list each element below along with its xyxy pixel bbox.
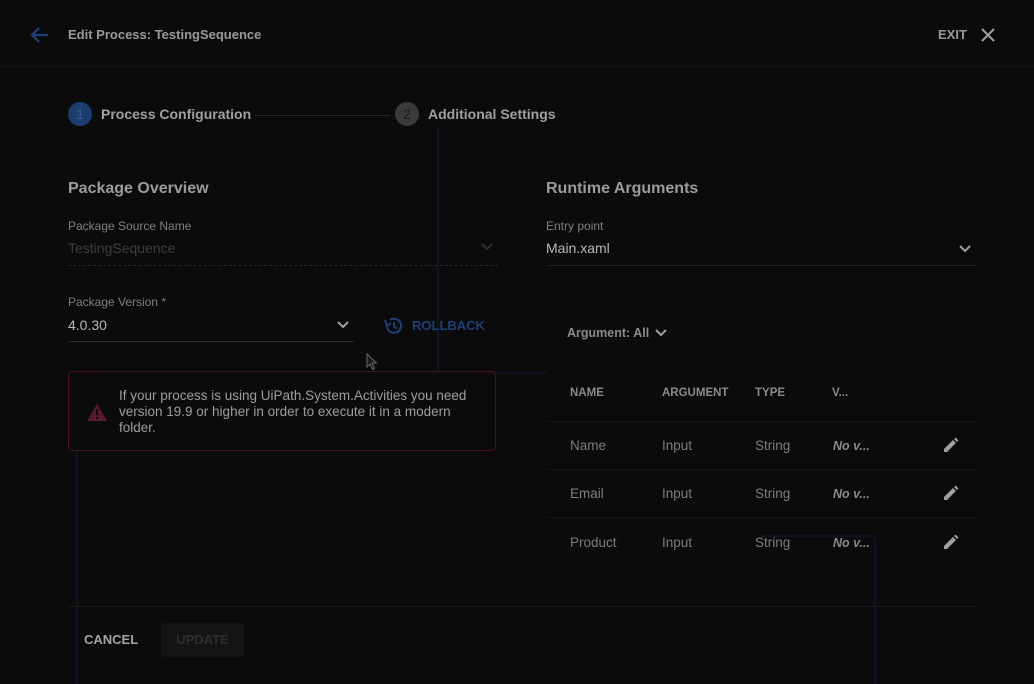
step-1-indicator: 1	[68, 102, 92, 126]
page-title: Edit Process: TestingSequence	[68, 27, 262, 42]
entry-point-select[interactable]: Main.xaml	[546, 238, 976, 266]
cell-type: String	[755, 486, 791, 501]
exit-button[interactable]: EXIT	[938, 27, 967, 42]
chevron-down-icon	[654, 328, 668, 338]
chevron-down-icon	[480, 242, 494, 252]
package-overview-heading: Package Overview	[68, 180, 209, 197]
table-row: Email Input String No v...	[547, 470, 976, 517]
history-icon	[382, 315, 404, 337]
cell-type: String	[755, 438, 791, 453]
close-icon[interactable]	[979, 26, 997, 44]
argument-filter-dropdown[interactable]: Argument: All	[567, 324, 677, 344]
stepper-connector	[255, 115, 390, 116]
argument-filter-label: Argument: All	[567, 326, 650, 340]
back-arrow-icon[interactable]	[30, 26, 50, 44]
column-header-type: TYPE	[755, 387, 786, 399]
package-version-select[interactable]: 4.0.30	[68, 314, 354, 342]
cell-name: Product	[570, 535, 617, 550]
rollback-label: ROLLBACK	[412, 318, 485, 333]
runtime-arguments-heading: Runtime Arguments	[546, 180, 699, 197]
decor-line	[497, 372, 547, 374]
cell-value: No v...	[833, 439, 870, 453]
rollback-button[interactable]: ROLLBACK	[382, 314, 492, 338]
edit-icon[interactable]	[942, 533, 960, 551]
edit-icon[interactable]	[942, 436, 960, 454]
column-header-value: V...	[832, 387, 849, 399]
decor-line	[76, 452, 78, 684]
edit-icon[interactable]	[942, 484, 960, 502]
cancel-button[interactable]: CANCEL	[84, 632, 138, 647]
chevron-down-icon	[336, 320, 350, 330]
mouse-cursor-icon	[366, 353, 378, 371]
update-button[interactable]: UPDATE	[161, 623, 244, 657]
cell-argument: Input	[662, 438, 693, 453]
warning-icon	[86, 403, 108, 422]
cell-value: No v...	[833, 536, 870, 550]
package-source-value: TestingSequence	[68, 240, 176, 256]
footer-divider	[68, 606, 976, 607]
package-source-label: Package Source Name	[68, 219, 192, 233]
step-2-label[interactable]: Additional Settings	[428, 106, 556, 122]
cell-argument: Input	[662, 486, 693, 501]
cell-argument: Input	[662, 535, 693, 550]
cell-type: String	[755, 535, 791, 550]
step-2-indicator: 2	[395, 102, 419, 126]
cell-name: Email	[570, 486, 604, 501]
package-source-select: TestingSequence	[68, 238, 498, 266]
entry-point-label: Entry point	[546, 219, 604, 233]
step-1-label[interactable]: Process Configuration	[101, 106, 251, 122]
warning-alert: If your process is using UiPath.System.A…	[68, 371, 496, 451]
package-version-value: 4.0.30	[68, 317, 107, 333]
column-header-argument: ARGUMENT	[662, 387, 729, 399]
chevron-down-icon	[958, 244, 972, 254]
warning-alert-text: If your process is using UiPath.System.A…	[119, 388, 467, 435]
table-row: Product Input String No v...	[547, 518, 976, 565]
cell-name: Name	[570, 438, 607, 453]
package-version-label: Package Version *	[68, 295, 167, 309]
column-header-name: NAME	[570, 387, 604, 399]
cell-value: No v...	[833, 487, 870, 501]
table-row: Name Input String No v...	[547, 422, 976, 469]
entry-point-value: Main.xaml	[546, 240, 610, 256]
